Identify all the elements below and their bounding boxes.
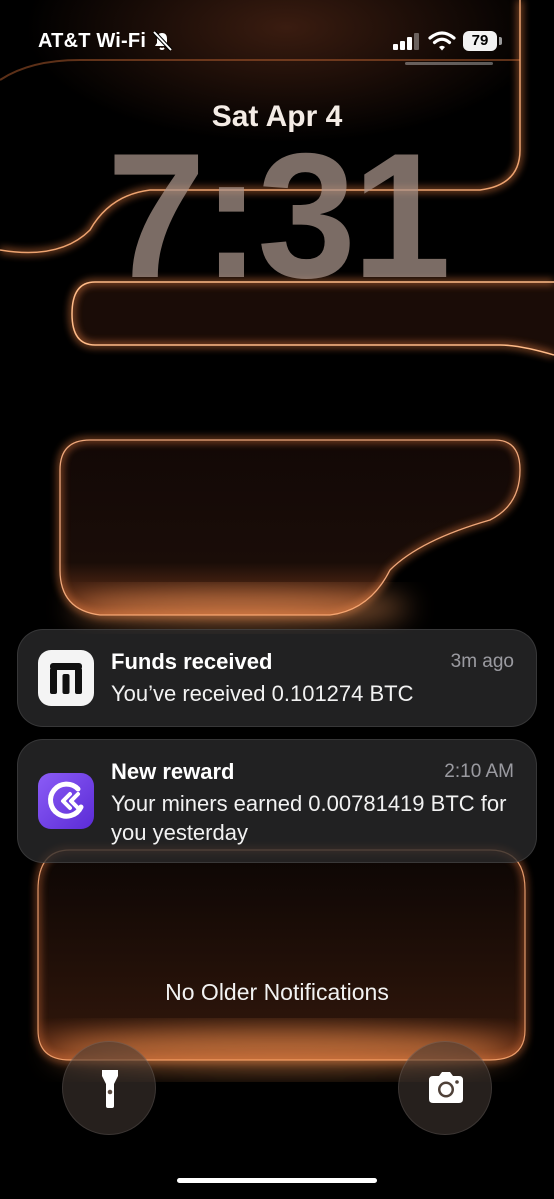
notification-funds-received[interactable]: Funds received 3m ago You’ve received 0.… — [17, 629, 537, 727]
control-center-indicator[interactable] — [405, 62, 493, 65]
status-bar: AT&T Wi-Fi 79 — [0, 0, 554, 80]
mining-app-icon — [38, 773, 94, 829]
notification-title: New reward — [111, 759, 235, 784]
camera-button[interactable] — [398, 1041, 492, 1135]
notification-time: 2:10 AM — [444, 761, 514, 782]
flashlight-icon — [102, 1070, 118, 1108]
battery-icon: 79 — [463, 31, 503, 51]
notification-title: Funds received — [111, 649, 273, 674]
camera-icon — [429, 1072, 463, 1103]
lock-time: 7:31 — [106, 116, 451, 315]
exchange-app-icon — [38, 650, 94, 706]
carrier-label: AT&T Wi-Fi — [38, 30, 147, 52]
notification-body: Your miners earned 0.00781419 BTC for yo… — [111, 791, 507, 845]
battery-level: 79 — [471, 32, 489, 49]
cellular-signal-icon — [393, 33, 423, 50]
wifi-icon — [428, 30, 456, 52]
home-indicator[interactable] — [177, 1178, 377, 1183]
bell-slash-icon — [151, 30, 173, 52]
flashlight-button[interactable] — [62, 1041, 156, 1135]
notification-body: You’ve received 0.101274 BTC — [111, 681, 414, 706]
notification-time: 3m ago — [450, 651, 514, 672]
no-older-notifications: No Older Notifications — [165, 979, 389, 1005]
notification-new-reward[interactable]: New reward 2:10 AM Your miners earned 0.… — [17, 739, 537, 863]
